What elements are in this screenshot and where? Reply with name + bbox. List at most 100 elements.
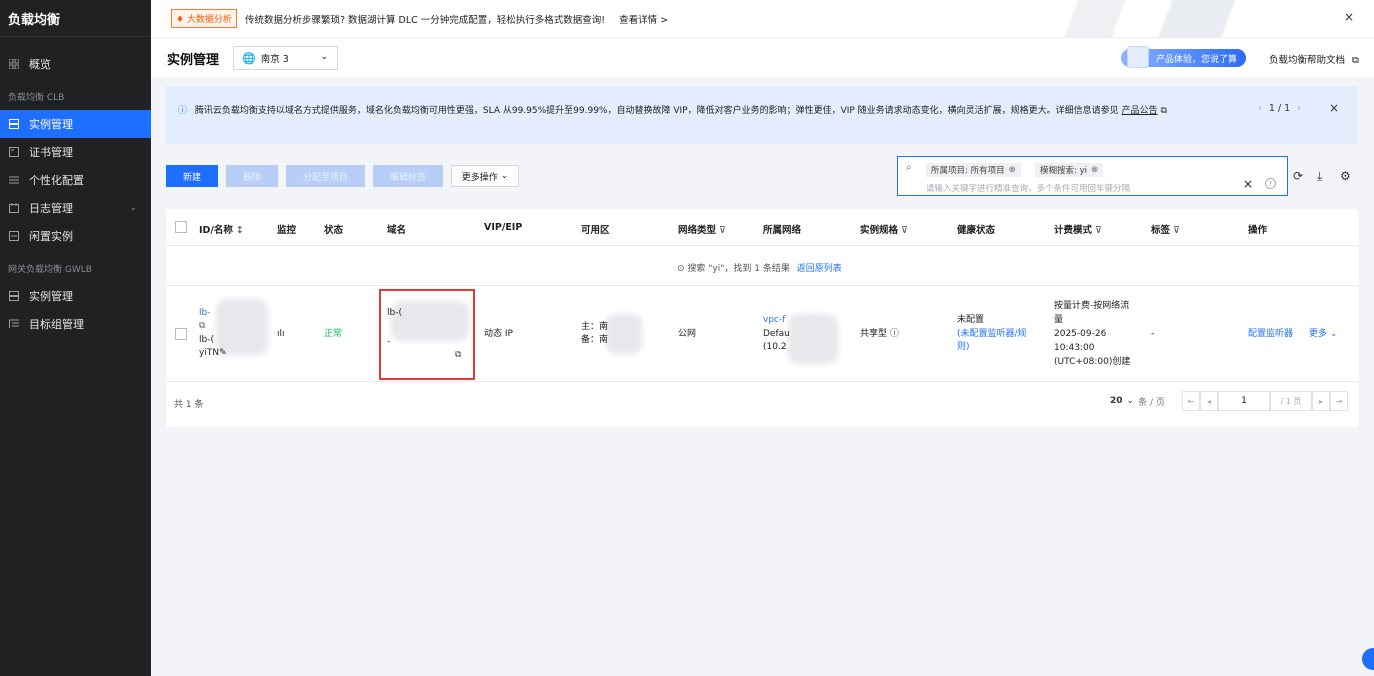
sidebar-item-certificates[interactable]: 证书管理 <box>0 138 151 166</box>
filter-icon[interactable]: ⊽ <box>901 225 908 236</box>
notice-bar: ⓘ 腾讯云负载均衡支持以域名方式提供服务，域名化负载均衡可用性更强，SLA 从9… <box>166 86 1358 144</box>
close-icon[interactable]: × <box>1344 10 1354 24</box>
certificate-icon <box>8 146 20 158</box>
notice-pager: ‹ 1 / 1 › <box>1258 103 1301 114</box>
notice-link[interactable]: 产品公告 <box>1122 106 1158 116</box>
feedback-label: 产品体验，您说了算 <box>1155 54 1237 65</box>
more-actions-button[interactable]: 更多操作 ⌄ <box>451 165 519 187</box>
filter-tag-fuzzy[interactable]: 模糊搜索: yi ⊗ <box>1035 163 1104 177</box>
sidebar-item-overview[interactable]: 概览 <box>0 50 151 78</box>
vpc-cidr: (10.2 <box>763 342 787 352</box>
filter-icon[interactable]: ⊽ <box>1173 225 1180 236</box>
sidebar-item-idle[interactable]: 闲置实例 <box>0 222 151 250</box>
redaction-blur <box>788 314 838 364</box>
download-icon[interactable]: ⤓ <box>1317 169 1322 184</box>
page-size-select[interactable]: 20 ⌄ 条 / 页 <box>1110 391 1165 411</box>
configure-listener-link[interactable]: 配置监听器 <box>1248 328 1293 340</box>
chevron-down-icon: ⌄ <box>1329 329 1338 339</box>
page-size-value: 20 <box>1110 396 1123 406</box>
edit-tags-button[interactable]: 编辑标签 <box>373 165 443 187</box>
health-config-link-cont[interactable]: 则) <box>957 341 970 353</box>
prev-page-button[interactable]: ◂ <box>1200 391 1218 411</box>
sidebar-item-logs[interactable]: 日志管理 ⌄ <box>0 194 151 222</box>
col-label: 标签 <box>1151 225 1171 236</box>
sidebar-item-custom-config[interactable]: 个性化配置 <box>0 166 151 194</box>
more-actions-link[interactable]: 更多 ⌄ <box>1309 328 1337 340</box>
chevron-down-icon: ⌄ <box>129 203 137 213</box>
help-icon[interactable]: ! <box>1265 178 1276 189</box>
prev-icon[interactable]: ‹ <box>1258 103 1262 114</box>
sort-icon[interactable]: ↕ <box>236 225 244 236</box>
clear-icon[interactable]: × <box>1243 177 1253 191</box>
sidebar-item-gwlb-instances[interactable]: 实例管理 <box>0 282 151 310</box>
refresh-icon[interactable]: ⟳ <box>1293 169 1303 183</box>
col-status: 状态 <box>324 225 344 236</box>
promo-banner: ♦ 大数据分析 传统数据分析步骤繁琐? 数据湖计算 DLC 一分钟完成配置，轻松… <box>151 0 1374 37</box>
remove-tag-icon[interactable]: ⊗ <box>1009 165 1016 175</box>
notice-text: ⓘ 腾讯云负载均衡支持以域名方式提供服务，域名化负载均衡可用性更强，SLA 从9… <box>178 103 1167 116</box>
col-actions: 操作 <box>1248 225 1268 236</box>
list-icon <box>8 318 20 330</box>
search-placeholder: 请输入关键字进行精准查询，多个条件可用回车键分隔 <box>926 184 1131 194</box>
vip-type: 动态 IP <box>484 329 513 339</box>
grid-icon <box>8 58 20 70</box>
health-config-link[interactable]: (未配置监听器/规 <box>957 328 1027 340</box>
monitor-chart-icon[interactable]: ılı <box>277 328 285 340</box>
server-icon <box>8 118 20 130</box>
select-all-checkbox[interactable] <box>175 221 187 233</box>
alias-text: yiTN <box>199 348 220 358</box>
filter-icon[interactable]: ⊽ <box>719 225 726 236</box>
instance-id-link[interactable]: lb- <box>199 307 210 319</box>
check-circle-icon: ⊙ <box>677 264 685 274</box>
new-button[interactable]: 新建 <box>166 165 218 187</box>
sidebar-item-label: 目标组管理 <box>29 318 84 331</box>
sidebar: 负载均衡 概览 负载均衡 CLB 实例管理 证书管理 个性化配置 日志管理 ⌄ <box>0 0 151 676</box>
next-page-button[interactable]: ▸ <box>1312 391 1330 411</box>
delete-button[interactable]: 删除 <box>226 165 278 187</box>
col-tags[interactable]: 标签 ⊽ <box>1151 222 1180 236</box>
col-spec[interactable]: 实例规格 ⊽ <box>860 222 908 236</box>
banner-text: 传统数据分析步骤繁琐? 数据湖计算 DLC 一分钟完成配置，轻松执行多格式数据查… <box>244 14 606 26</box>
search-icon: ⌕ <box>906 162 912 173</box>
edit-icon[interactable]: ✎ <box>219 348 227 358</box>
calendar-icon <box>8 202 20 214</box>
next-icon[interactable]: › <box>1297 103 1301 114</box>
last-page-button[interactable]: ⇥ <box>1330 391 1348 411</box>
search-input[interactable]: ⌕ 所属项目: 所有项目 ⊗ 模糊搜索: yi ⊗ 请输入关键字进行精准查询，多… <box>897 156 1288 196</box>
remove-tag-icon[interactable]: ⊗ <box>1091 165 1098 175</box>
product-cube-icon <box>1127 46 1149 68</box>
page-header: 实例管理 🌐 南京 3 ⌄ 产品体验，您说了算 负载均衡帮助文档 ⧉ <box>151 37 1374 77</box>
col-net-type[interactable]: 网络类型 ⊽ <box>678 222 726 236</box>
col-vip: VIP/EIP <box>484 222 523 233</box>
floating-help-button[interactable] <box>1362 648 1374 670</box>
vpc-link[interactable]: vpc-f <box>763 314 785 326</box>
page-input[interactable]: 1 <box>1218 391 1270 411</box>
billing-mode-cont: 量 <box>1054 315 1064 325</box>
col-id-name[interactable]: ID/名称 ↕ <box>199 222 244 236</box>
settings-icon[interactable]: ⚙ <box>1340 169 1351 183</box>
banner-details-link[interactable]: 查看详情 > <box>619 12 668 26</box>
region-select[interactable]: 🌐 南京 3 ⌄ <box>233 46 338 70</box>
feedback-pill[interactable]: 产品体验，您说了算 <box>1121 46 1246 68</box>
filter-tag-project[interactable]: 所属项目: 所有项目 ⊗ <box>926 163 1021 177</box>
sidebar-item-target-groups[interactable]: 目标组管理 <box>0 310 151 338</box>
sliders-icon <box>8 174 20 186</box>
back-to-list-link[interactable]: 返回原列表 <box>797 264 842 274</box>
divider <box>166 381 1358 382</box>
row-checkbox[interactable] <box>175 328 187 340</box>
search-result-note: ⊙ 搜索 "yi"，找到 1 条结果 返回原列表 <box>677 261 842 274</box>
help-doc-link[interactable]: 负载均衡帮助文档 ⧉ <box>1269 52 1359 66</box>
info-icon[interactable]: ⓘ <box>890 329 899 339</box>
close-icon[interactable]: × <box>1329 101 1339 115</box>
globe-icon: 🌐 <box>242 51 256 65</box>
copy-icon[interactable]: ⧉ <box>199 320 205 332</box>
chevron-down-icon: ⌄ <box>1126 396 1135 406</box>
assign-project-button[interactable]: 分配至项目 <box>286 165 365 187</box>
sidebar-item-instances[interactable]: 实例管理 <box>0 110 151 138</box>
external-link-icon: ⧉ <box>1160 106 1167 116</box>
col-billing[interactable]: 计费模式 ⊽ <box>1054 222 1102 236</box>
tag-value: - <box>1151 329 1155 339</box>
filter-icon[interactable]: ⊽ <box>1095 225 1102 236</box>
spec-text: 共享型 <box>860 329 888 339</box>
first-page-button[interactable]: ⇤ <box>1182 391 1200 411</box>
